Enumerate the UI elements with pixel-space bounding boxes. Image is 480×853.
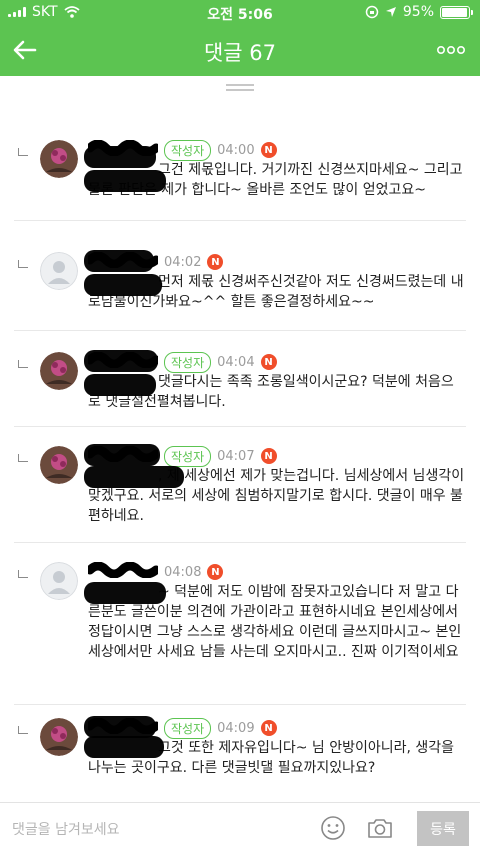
author-badge: 작성자: [164, 717, 212, 739]
new-badge: N: [260, 448, 277, 464]
redaction-scribble: [84, 170, 166, 192]
comment-time: 04:07: [217, 448, 255, 464]
redaction-scribble: [84, 146, 156, 168]
comment-time: 04:02: [164, 254, 202, 270]
comment-list[interactable]: 작성자 04:00 N 그건 제몫입니다. 거기까진 신경쓰지마세요~ 그리고 물론 …: [0, 96, 480, 802]
reply-indicator-icon: [18, 454, 28, 462]
reply-indicator-icon: [18, 570, 28, 578]
comment-divider: [14, 542, 466, 543]
app-bar: 댓글 67: [0, 26, 480, 76]
battery-icon: [440, 5, 473, 19]
avatar[interactable]: [40, 352, 78, 390]
comment-time: 04:00: [217, 142, 255, 158]
comment-divider: [14, 704, 466, 705]
comment-divider: [14, 426, 466, 427]
comment-divider: [14, 330, 466, 331]
avatar[interactable]: [40, 562, 78, 600]
redaction-scribble: [84, 374, 156, 396]
redacted-nickname: [85, 561, 161, 582]
emoji-icon[interactable]: [320, 815, 346, 841]
orientation-lock-icon: [365, 5, 379, 19]
author-badge: 작성자: [164, 351, 212, 373]
redaction-scribble: [84, 466, 184, 488]
redaction-scribble: [84, 250, 154, 272]
comment-input-bar: 댓글을 남겨보세요 등록: [0, 802, 480, 853]
new-badge: N: [260, 142, 277, 158]
avatar[interactable]: [40, 140, 78, 178]
battery-percent: 95%: [402, 4, 434, 20]
camera-icon[interactable]: [366, 816, 394, 840]
comment-time: 04:08: [164, 564, 202, 580]
avatar[interactable]: [40, 252, 78, 290]
status-bar: SKT 오전 5:06 95%: [0, 0, 480, 26]
redaction-scribble: [84, 582, 166, 604]
reply-indicator-icon: [18, 726, 28, 734]
comment-divider: [14, 220, 466, 221]
location-arrow-icon: [385, 7, 396, 17]
comment-time: 04:09: [217, 720, 255, 736]
comment-input[interactable]: 댓글을 남겨보세요: [12, 819, 120, 839]
reply-indicator-icon: [18, 260, 28, 268]
redaction-scribble: [84, 716, 156, 738]
new-badge: N: [260, 354, 277, 370]
submit-button[interactable]: 등록: [417, 811, 469, 846]
author-badge: 작성자: [164, 445, 212, 467]
comment-meta: 04:08 N: [85, 561, 224, 582]
redaction-scribble: [84, 736, 164, 758]
reply-indicator-icon: [18, 148, 28, 156]
reply-indicator-icon: [18, 360, 28, 368]
redaction-scribble: [84, 274, 162, 296]
new-badge: N: [260, 720, 277, 736]
avatar[interactable]: [40, 446, 78, 484]
sheet-drag-handle[interactable]: [226, 84, 254, 94]
redaction-scribble: [84, 350, 158, 372]
new-badge: N: [207, 254, 224, 270]
page-title: 댓글 67: [203, 41, 277, 65]
redaction-scribble: [84, 444, 160, 466]
new-badge: N: [207, 564, 224, 580]
author-badge: 작성자: [164, 139, 212, 161]
avatar[interactable]: [40, 718, 78, 756]
more-options-icon[interactable]: [436, 38, 466, 62]
comment-time: 04:04: [217, 354, 255, 370]
